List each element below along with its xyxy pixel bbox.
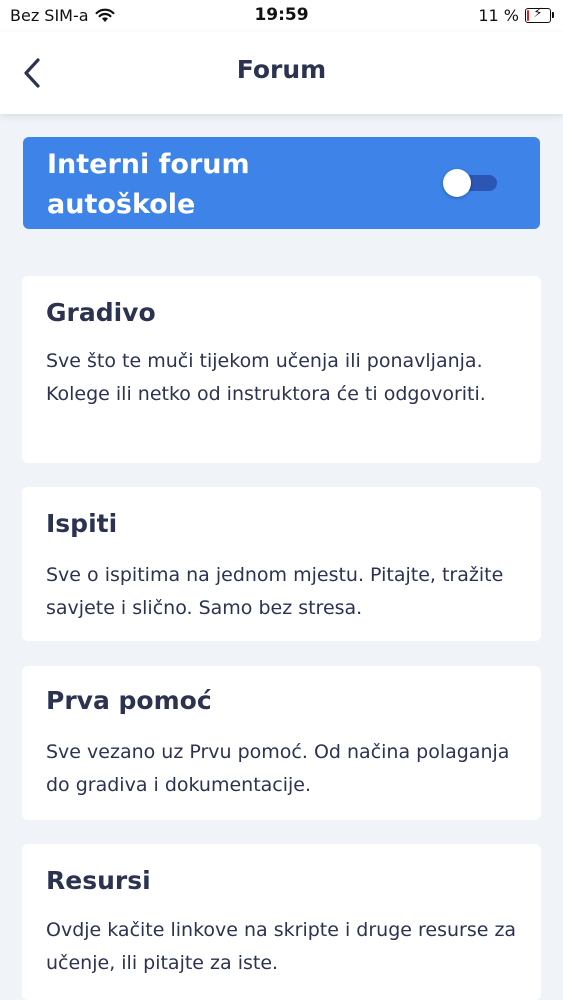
battery-icon: ⚡ xyxy=(525,6,554,23)
charging-bolt-icon: ⚡ xyxy=(533,6,543,21)
status-right: 11 % ⚡ xyxy=(478,6,554,25)
internal-forum-toggle[interactable] xyxy=(443,168,497,198)
banner-title: Interni forum autoškole xyxy=(47,149,250,220)
forum-card-prva-pomoc[interactable]: Prva pomoć Sve vezano uz Prvu pomoć. Od … xyxy=(22,666,541,820)
toggle-knob xyxy=(443,169,471,197)
forum-card-title: Ispiti xyxy=(46,509,118,538)
forum-card-description: Sve što te muči tijekom učenja ili ponav… xyxy=(46,350,486,405)
status-bar: Bez SIM-a 19:59 11 % ⚡ xyxy=(0,0,563,32)
forum-card-description: Sve vezano uz Prvu pomoć. Od načina pola… xyxy=(46,741,510,796)
forum-card-title: Prva pomoć xyxy=(46,686,212,715)
nav-bar: Forum xyxy=(0,32,563,114)
forum-card-gradivo[interactable]: Gradivo Sve što te muči tijekom učenja i… xyxy=(22,276,541,463)
forum-card-resursi[interactable]: Resursi Ovdje kačite linkove na skripte … xyxy=(22,844,541,1000)
page-title: Forum xyxy=(236,55,327,84)
forum-card-ispiti[interactable]: Ispiti Sve o ispitima na jednom mjestu. … xyxy=(22,487,541,641)
forum-card-description: Ovdje kačite linkove na skripte i druge … xyxy=(46,919,517,974)
battery-percent: 11 % xyxy=(478,6,519,25)
forum-card-title: Resursi xyxy=(46,866,151,895)
forum-card-title: Gradivo xyxy=(46,298,156,327)
forum-card-description: Sve o ispitima na jednom mjestu. Pitajte… xyxy=(46,564,504,619)
